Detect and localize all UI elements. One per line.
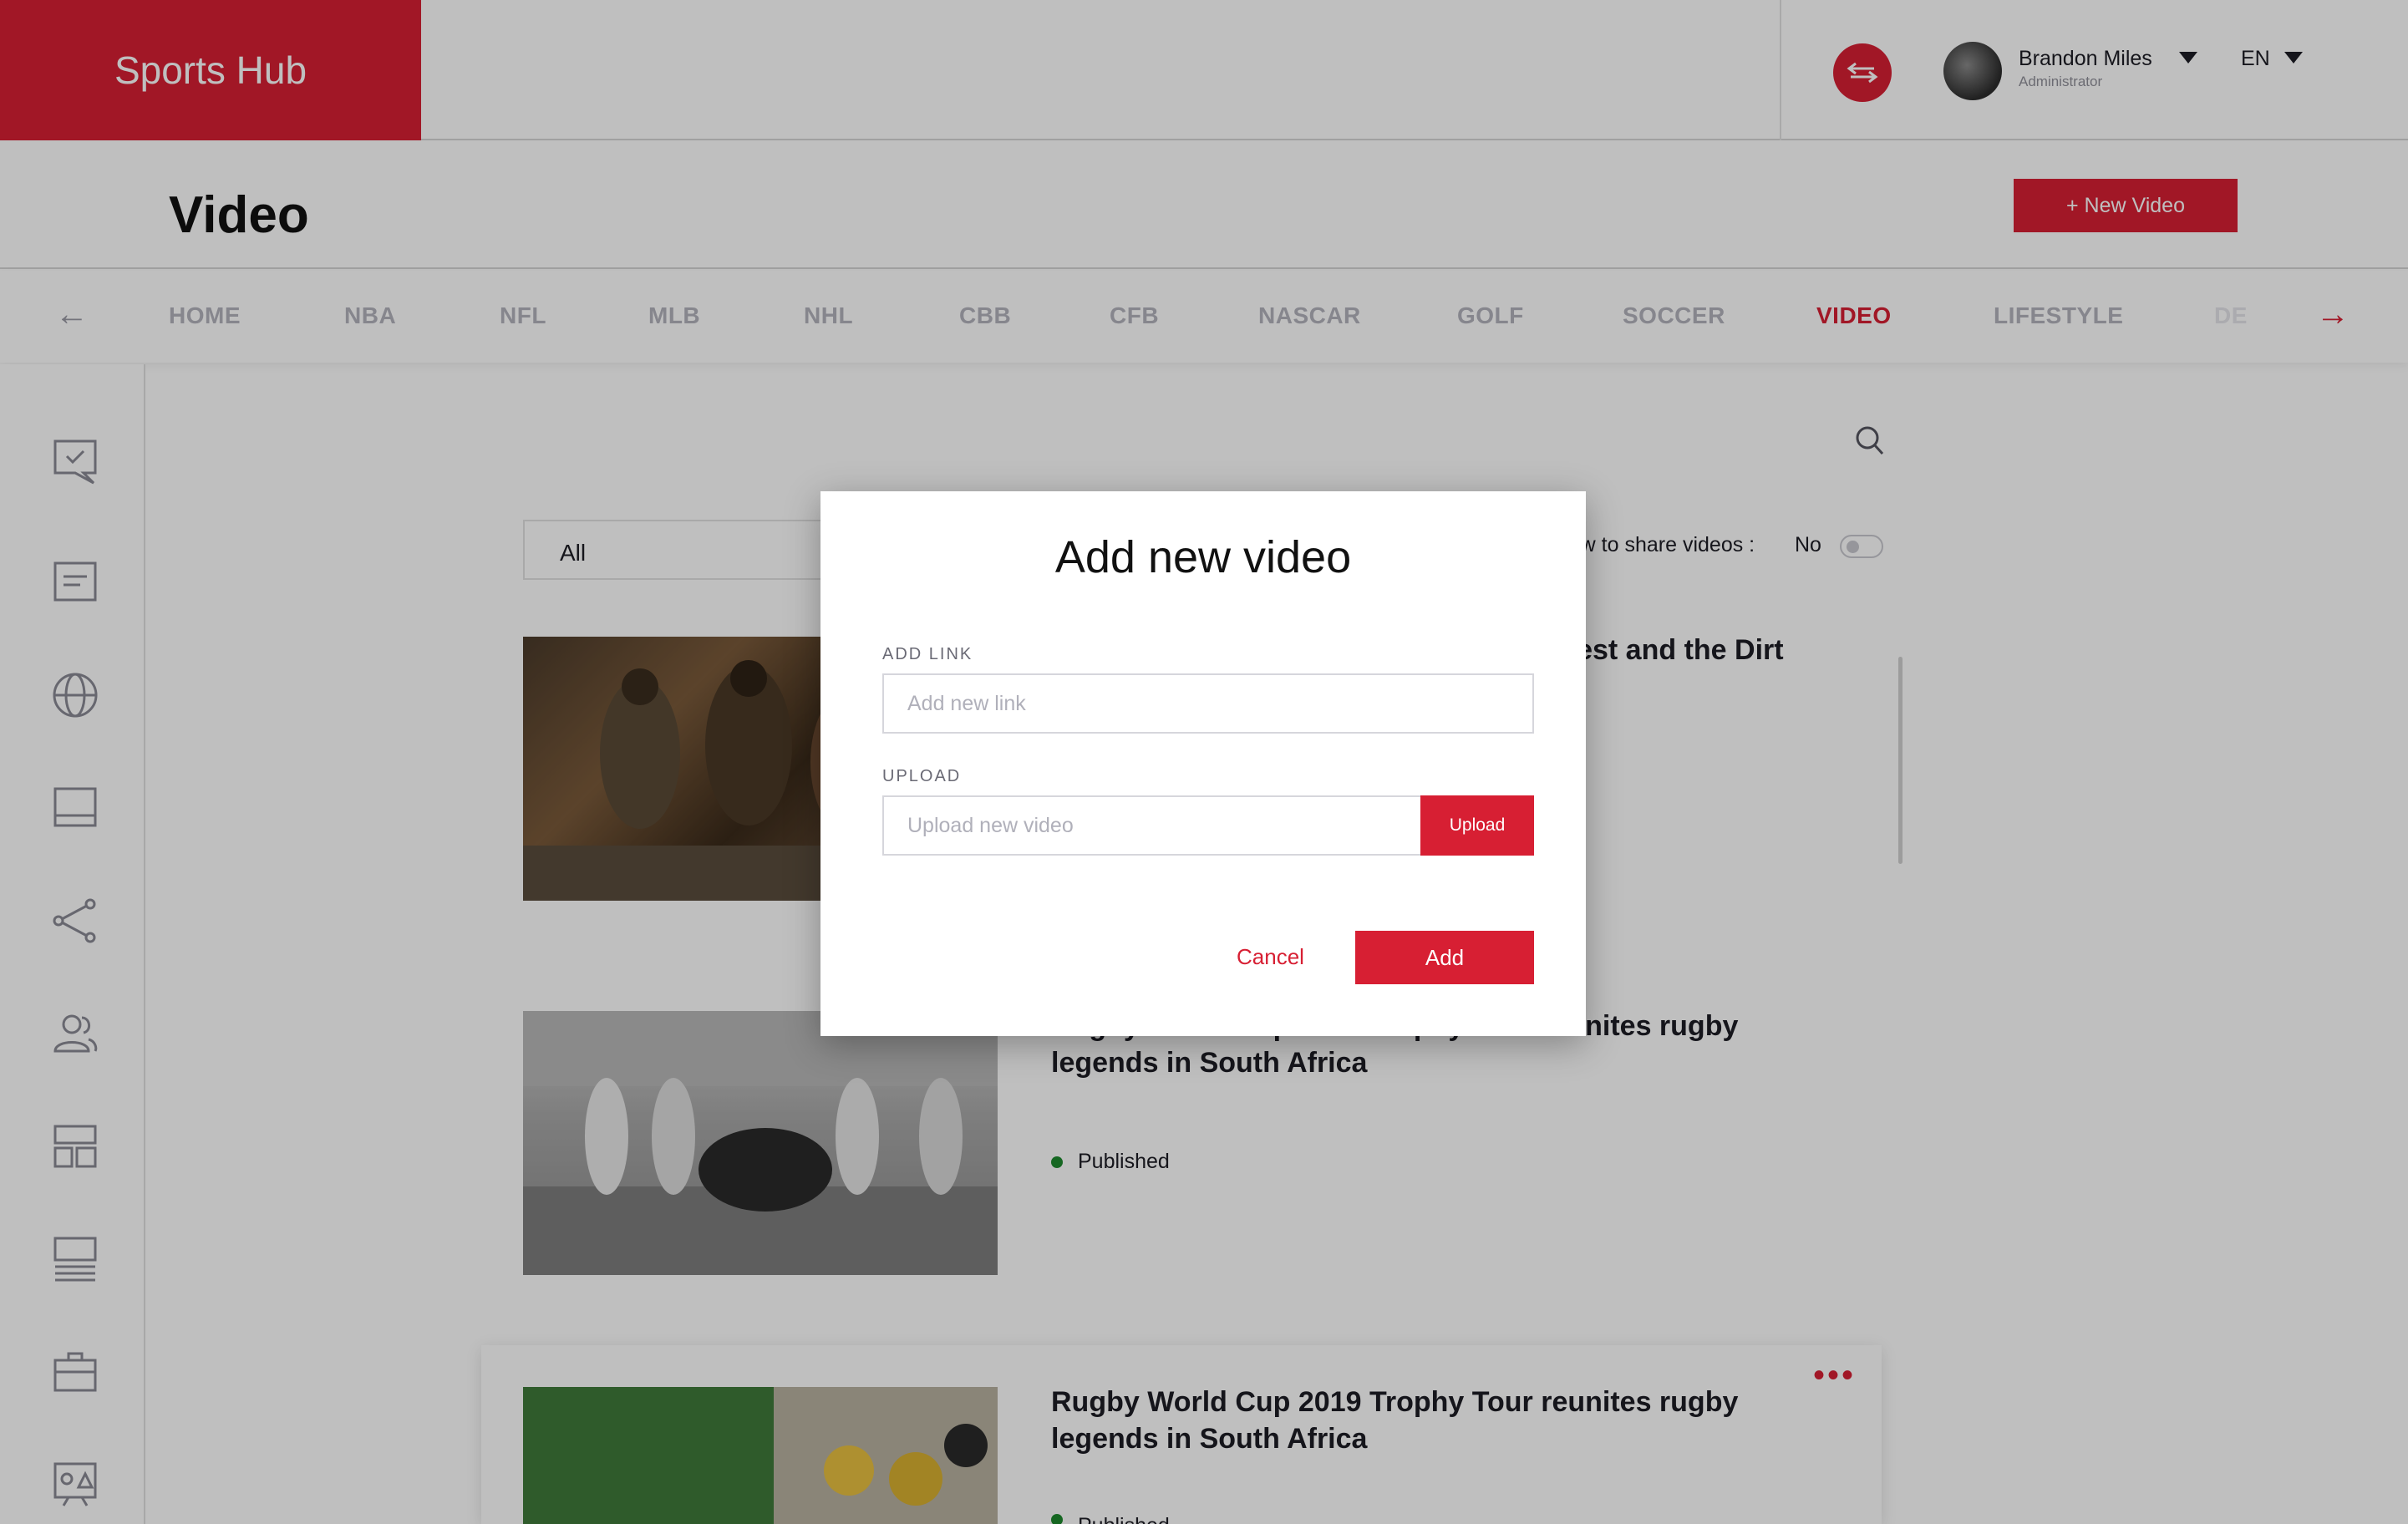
upload-button[interactable]: Upload [1420,795,1534,856]
add-link-label: ADD LINK [882,645,973,663]
add-video-modal: Add new video ADD LINK UPLOAD Upload Can… [820,491,1586,1036]
add-link-input[interactable] [882,673,1534,734]
cancel-button[interactable]: Cancel [1237,944,1304,970]
modal-title: Add new video [1054,532,1352,582]
upload-input[interactable] [882,795,1422,856]
upload-label: UPLOAD [882,767,962,785]
add-button[interactable]: Add [1355,931,1534,984]
